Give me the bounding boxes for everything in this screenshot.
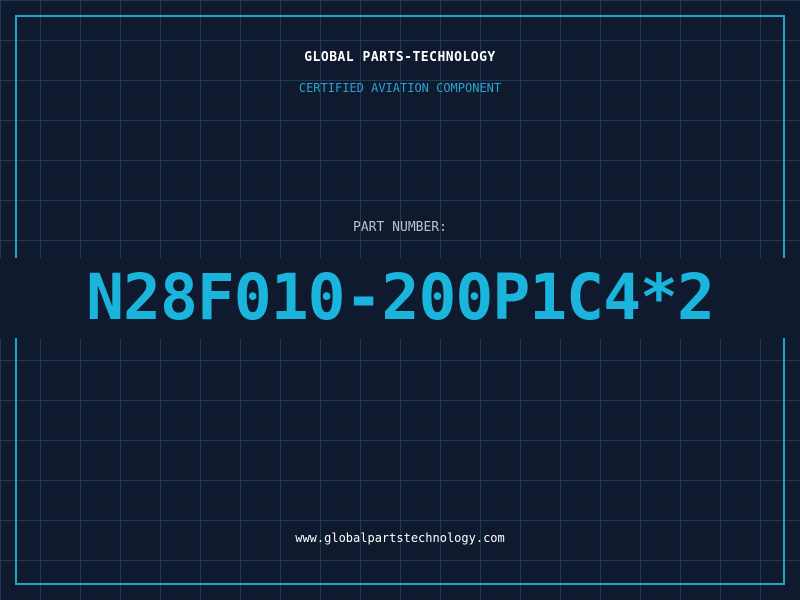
part-number-value: N28F010-200P1C4*2 xyxy=(0,258,800,338)
website-url: www.globalpartstechnology.com xyxy=(295,531,505,545)
part-number-label: PART NUMBER: xyxy=(353,220,447,235)
company-name: GLOBAL PARTS-TECHNOLOGY xyxy=(304,50,496,65)
certification-subtitle: CERTIFIED AVIATION COMPONENT xyxy=(298,81,502,95)
